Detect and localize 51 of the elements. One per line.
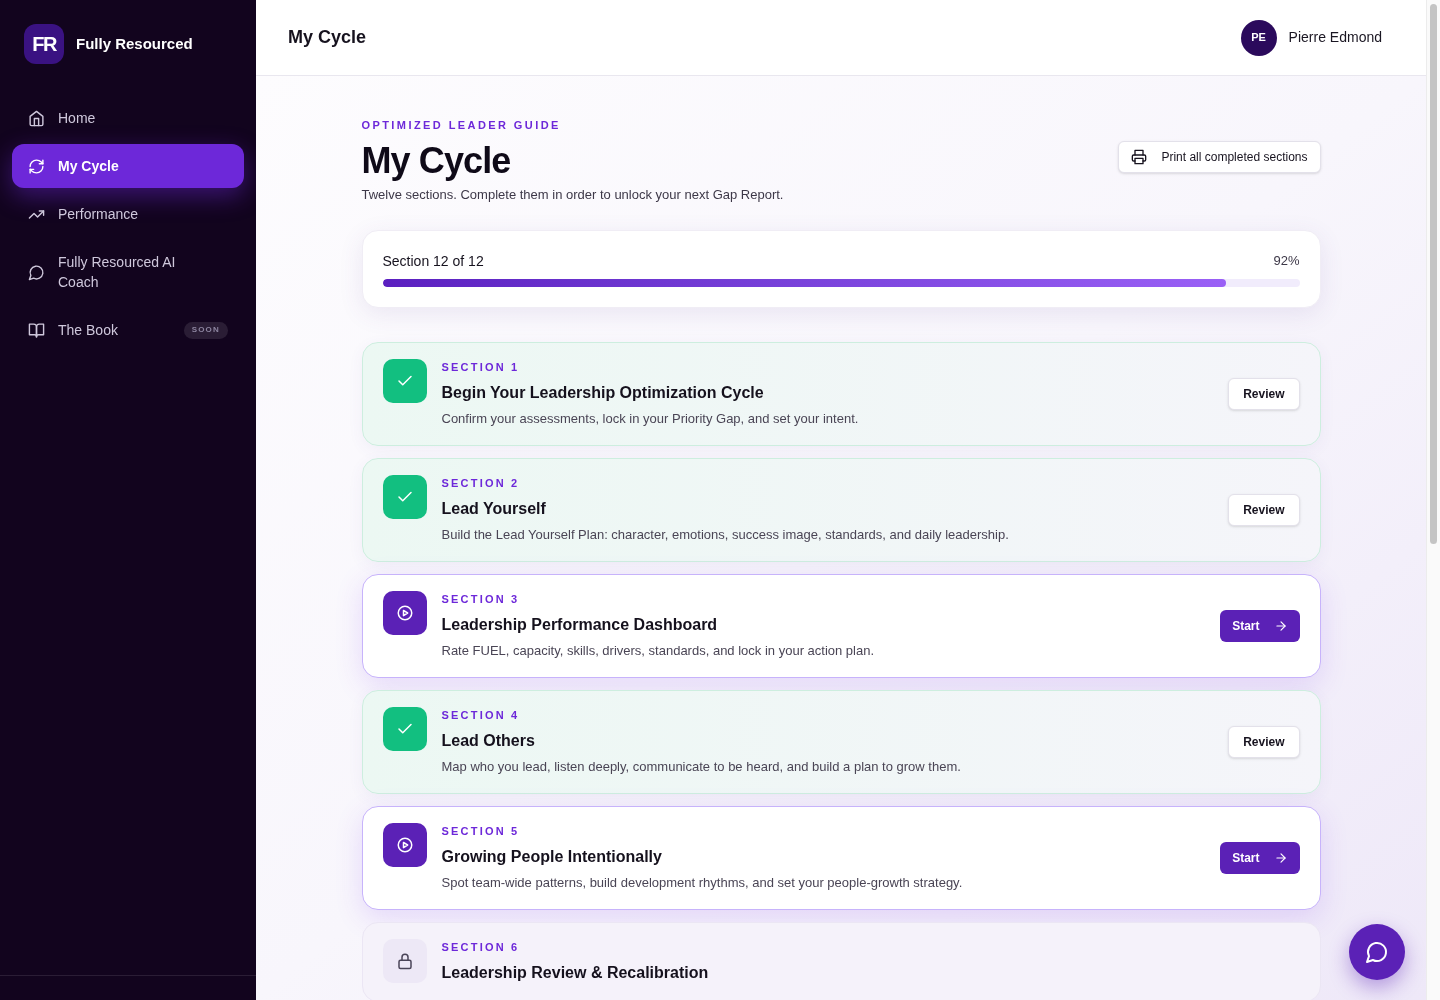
- section-label: SECTION 1: [441, 360, 521, 375]
- refresh-icon: [28, 157, 45, 175]
- scrollbar-thumb[interactable]: [1430, 4, 1437, 544]
- section-title: Lead Others: [441, 731, 536, 751]
- review-button[interactable]: Review: [1228, 726, 1300, 758]
- section-title: Leadership Review & Recalibration: [441, 963, 710, 983]
- start-button[interactable]: Start: [1220, 842, 1300, 874]
- top-bar-title: My Cycle: [288, 26, 367, 49]
- section-description: Build the Lead Yourself Plan: character, emotions, success image, standards, and daily leadership.: [441, 526, 1010, 544]
- nav-item[interactable]: Performance: [12, 192, 244, 236]
- page-title: My Cycle: [361, 139, 512, 183]
- eyebrow-label: OPTIMIZED LEADER GUIDE: [361, 118, 562, 133]
- chat-bubble-icon: [28, 263, 45, 281]
- section-label: SECTION 4: [441, 708, 521, 723]
- progress-label: Section 12 of 12: [382, 252, 484, 271]
- section-label: SECTION 2: [441, 476, 521, 491]
- section-description: Map who you lead, listen deeply, communicate to be heard, and build a plan to grow them.: [441, 758, 962, 776]
- brand-logo: FR: [24, 24, 64, 64]
- book-icon: [28, 321, 45, 339]
- nav-item[interactable]: Home: [12, 96, 244, 140]
- check-icon: [382, 359, 427, 403]
- section-title: Begin Your Leadership Optimization Cycle: [441, 383, 765, 403]
- section-description: Rate FUEL, capacity, skills, drivers, standards, and lock in your action plan.: [441, 642, 876, 660]
- nav-item[interactable]: My Cycle: [12, 144, 244, 188]
- start-button[interactable]: Start: [1220, 610, 1300, 642]
- user-name: Pierre Edmond: [1288, 28, 1382, 47]
- review-button[interactable]: Review: [1228, 378, 1300, 410]
- check-icon: [382, 475, 427, 519]
- user-avatar[interactable]: PE: [1240, 19, 1277, 56]
- printer-icon: [1131, 149, 1148, 165]
- section-title: Growing People Intentionally: [441, 847, 663, 867]
- section-title: Lead Yourself: [441, 499, 547, 519]
- nav-item[interactable]: Fully Resourced AI Coach: [12, 240, 244, 304]
- section-label: SECTION 6: [441, 940, 521, 955]
- section-label: SECTION 5: [441, 824, 521, 839]
- progress-percent: 92%: [1273, 252, 1300, 270]
- section-description: Spot team-wide patterns, build development rhythms, and set your people-growth strategy.: [441, 874, 964, 892]
- chat-button[interactable]: [1349, 924, 1405, 980]
- section-title: Leadership Performance Dashboard: [441, 615, 719, 635]
- section-description: Confirm your assessments, lock in your Priority Gap, and set your intent.: [441, 410, 860, 428]
- brand-name: Fully Resourced: [76, 33, 193, 54]
- soon-badge: SOON: [183, 321, 228, 339]
- section-label: SECTION 3: [441, 592, 521, 607]
- house-icon: [28, 109, 45, 127]
- chat-bubble-icon: [1365, 940, 1389, 964]
- lock-icon: [382, 939, 427, 983]
- print-button[interactable]: Print all completed sections: [1118, 141, 1321, 173]
- nav-item[interactable]: The Book: [12, 308, 176, 352]
- page-subtitle: Twelve sections. Complete them in order to unlock your next Gap Report.: [361, 186, 784, 204]
- review-button[interactable]: Review: [1228, 494, 1300, 526]
- check-icon: [382, 707, 427, 751]
